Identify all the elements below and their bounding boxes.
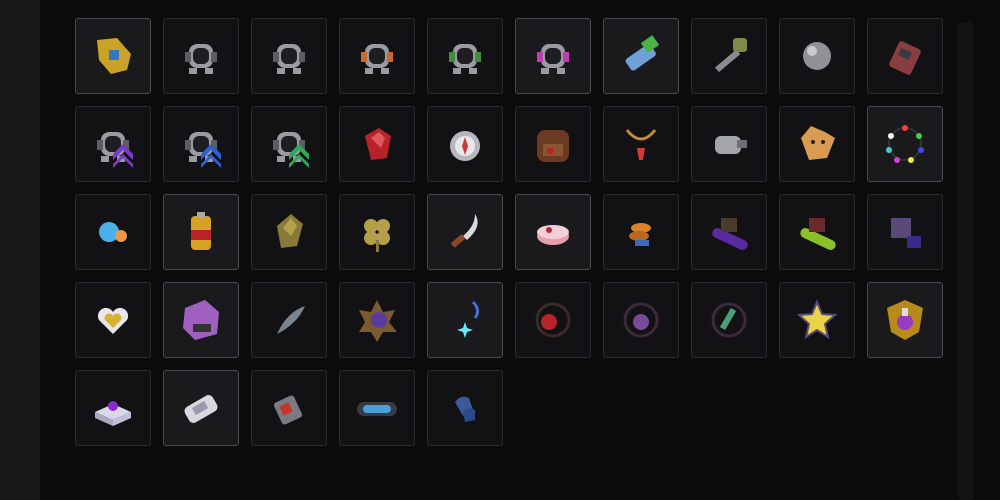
inventory-slot[interactable] — [339, 194, 415, 270]
purple-tentacle-necklace-icon — [615, 294, 667, 346]
golden-gauntlet-icon — [87, 30, 139, 82]
inventory-slot[interactable] — [163, 18, 239, 94]
blue-display-panel-icon — [351, 382, 403, 434]
inventory-slot[interactable] — [867, 282, 943, 358]
inventory-slot[interactable] — [251, 370, 327, 446]
inventory-slot[interactable] — [779, 194, 855, 270]
orange-robot-headphones-icon — [351, 30, 403, 82]
compass-icon — [439, 118, 491, 170]
inventory-slot[interactable] — [779, 18, 855, 94]
inventory-slot[interactable] — [603, 194, 679, 270]
inventory-slot[interactable] — [75, 194, 151, 270]
inventory-slot[interactable] — [251, 282, 327, 358]
inventory-slot[interactable] — [75, 18, 151, 94]
orange-cookie-stack-icon — [615, 206, 667, 258]
inventory-slot[interactable] — [691, 106, 767, 182]
inventory-slot[interactable] — [691, 18, 767, 94]
inventory-slot[interactable] — [867, 18, 943, 94]
inventory-slot[interactable] — [339, 106, 415, 182]
inventory-slot[interactable] — [515, 18, 591, 94]
inventory-slot[interactable] — [603, 282, 679, 358]
inventory-slot[interactable] — [515, 282, 591, 358]
purple-spiky-crystal-icon — [351, 294, 403, 346]
silver-orb-icon — [791, 30, 843, 82]
inventory-slot[interactable] — [515, 106, 591, 182]
inventory-slot[interactable] — [779, 106, 855, 182]
robot-blue-chevron-icon — [175, 118, 227, 170]
fox-head-icon — [791, 118, 843, 170]
inventory-slot[interactable] — [691, 194, 767, 270]
water-drop-creature-icon — [87, 206, 139, 258]
purple-crystal-box-icon — [175, 294, 227, 346]
purple-cube-creature-icon — [879, 206, 931, 258]
heart-locket-icon — [87, 294, 139, 346]
scanner-device-icon — [615, 30, 667, 82]
inventory-slot[interactable] — [427, 106, 503, 182]
gold-crystal-icon — [263, 206, 315, 258]
inventory-slot[interactable] — [779, 282, 855, 358]
inventory-slot[interactable] — [339, 370, 415, 446]
inventory-slot[interactable] — [867, 106, 943, 182]
gray-claw-icon — [703, 118, 755, 170]
inventory-slot[interactable] — [163, 194, 239, 270]
gray-feather-icon — [263, 294, 315, 346]
colorful-bead-necklace-icon — [879, 118, 931, 170]
robot-green-chevron-icon — [263, 118, 315, 170]
blue-sparkle-wand-icon — [439, 294, 491, 346]
inventory-slot[interactable] — [163, 106, 239, 182]
four-leaf-clover-icon — [351, 206, 403, 258]
inventory-slot[interactable] — [339, 18, 415, 94]
inventory-grid — [75, 18, 943, 446]
brown-backpack-icon — [527, 118, 579, 170]
curved-knife-icon — [439, 206, 491, 258]
inventory-slot[interactable] — [427, 370, 503, 446]
inventory-slot[interactable] — [75, 282, 151, 358]
scrollbar[interactable] — [958, 22, 974, 500]
gray-robot-headphones-icon — [263, 30, 315, 82]
inventory-slot[interactable] — [427, 18, 503, 94]
hammer-tool-icon — [703, 30, 755, 82]
gray-robot-headphones-icon — [175, 30, 227, 82]
walkie-talkie-icon — [879, 30, 931, 82]
potion-shield-icon — [879, 294, 931, 346]
inventory-slot[interactable] — [603, 106, 679, 182]
green-robot-headphones-icon — [439, 30, 491, 82]
pink-cake-icon — [527, 206, 579, 258]
inventory-slot[interactable] — [515, 194, 591, 270]
inventory-slot[interactable] — [427, 194, 503, 270]
pink-robot-headphones-icon — [527, 30, 579, 82]
inventory-slot[interactable] — [163, 370, 239, 446]
red-pendant-necklace-icon — [615, 118, 667, 170]
inventory-slot[interactable] — [163, 282, 239, 358]
inventory-slot[interactable] — [427, 282, 503, 358]
green-sword-necklace-icon — [703, 294, 755, 346]
inventory-slot[interactable] — [251, 106, 327, 182]
red-tag-icon — [263, 382, 315, 434]
yellow-star-icon — [791, 294, 843, 346]
purple-gem-pedestal-icon — [87, 382, 139, 434]
battery-canister-icon — [175, 206, 227, 258]
blue-gloves-icon — [439, 382, 491, 434]
inventory-slot[interactable] — [251, 194, 327, 270]
inventory-slot[interactable] — [75, 106, 151, 182]
purple-skateboard-icon — [703, 206, 755, 258]
white-device-icon — [175, 382, 227, 434]
inventory-slot[interactable] — [339, 282, 415, 358]
inventory-slot[interactable] — [691, 282, 767, 358]
inventory-slot[interactable] — [75, 370, 151, 446]
inventory-slot[interactable] — [603, 18, 679, 94]
left-rail — [0, 0, 40, 500]
green-skateboard-icon — [791, 206, 843, 258]
inventory-slot[interactable] — [251, 18, 327, 94]
red-bead-necklace-icon — [527, 294, 579, 346]
red-gem-icon — [351, 118, 403, 170]
robot-purple-chevron-icon — [87, 118, 139, 170]
inventory-slot[interactable] — [867, 194, 943, 270]
